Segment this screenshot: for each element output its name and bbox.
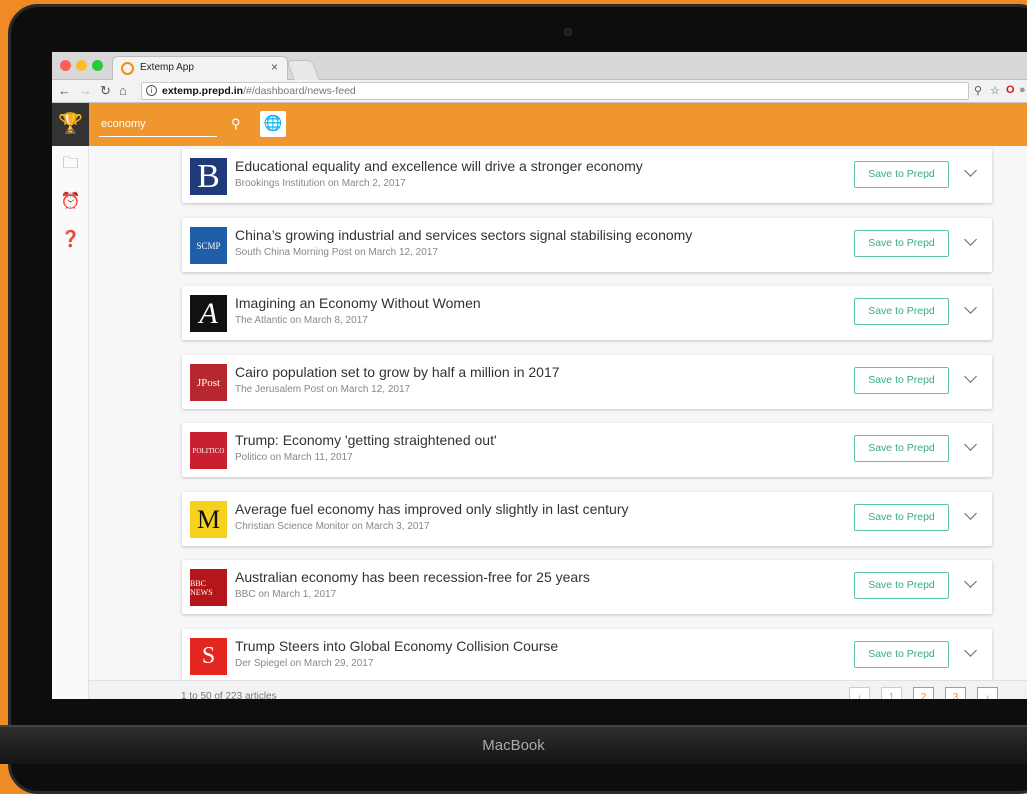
article-card[interactable]: A Imagining an Economy Without Women The A… [182, 286, 992, 340]
extension-icon[interactable]: ⚲ [974, 84, 982, 97]
article-title[interactable]: Average fuel economy has improved only s… [235, 501, 629, 517]
source-logo: B [190, 158, 227, 195]
tab-title: Extemp App [140, 62, 194, 73]
alarm-icon[interactable]: ⏰ [52, 184, 89, 220]
webcam [564, 28, 572, 36]
minimize-window-dot[interactable] [76, 60, 87, 71]
article-title[interactable]: China’s growing industrial and services … [235, 227, 692, 243]
chevron-down-icon[interactable] [962, 166, 980, 180]
folders-icon[interactable]: 🗀 [52, 146, 89, 182]
chevron-down-icon[interactable] [962, 509, 980, 523]
page-3-button[interactable]: 3 [945, 687, 966, 699]
back-icon[interactable]: ← [58, 83, 71, 98]
article-count: 1 to 50 of 223 articles [181, 691, 277, 699]
article-source: The Jerusalem Post on March 12, 2017 [235, 384, 411, 395]
reload-icon[interactable]: ↻ [100, 83, 111, 99]
article-card[interactable]: BBC NEWS Australian economy has been rece… [182, 560, 992, 614]
article-source: BBC on March 1, 2017 [235, 589, 337, 600]
url-host: extemp.prepd.in [162, 85, 244, 97]
source-logo: SCMP [190, 227, 227, 264]
app-header: 🏆 economy ⚲ 🌐 [52, 103, 1027, 146]
article-title[interactable]: Trump Steers into Global Economy Collisi… [235, 638, 558, 654]
screen: Extemp App × ← → ↻ ⌂ i extemp.prepd.in/#… [52, 52, 1027, 699]
article-card[interactable]: S Trump Steers into Global Economy Collis… [182, 629, 992, 683]
close-window-dot[interactable] [60, 60, 71, 71]
save-to-prepd-button[interactable]: Save to Prepd [854, 572, 949, 599]
article-card[interactable]: JPost Cairo population set to grow by hal… [182, 355, 992, 409]
source-logo: A [190, 295, 227, 332]
page-1-button[interactable]: 1 [881, 687, 902, 699]
save-to-prepd-button[interactable]: Save to Prepd [854, 230, 949, 257]
search-icon[interactable]: ⚲ [231, 116, 241, 132]
article-title[interactable]: Australian economy has been recession-fr… [235, 569, 590, 585]
info-icon[interactable]: i [146, 85, 157, 96]
save-to-prepd-button[interactable]: Save to Prepd [854, 367, 949, 394]
save-to-prepd-button[interactable]: Save to Prepd [854, 641, 949, 668]
opera-icon[interactable]: O [1006, 84, 1015, 96]
extension-dot-icon[interactable]: ● [1019, 84, 1026, 96]
source-logo: S [190, 638, 227, 675]
article-card[interactable]: SCMP China’s growing industrial and servi… [182, 218, 992, 272]
article-source: South China Morning Post on March 12, 20… [235, 247, 438, 258]
zoom-window-dot[interactable] [92, 60, 103, 71]
alarm-clock-icon [121, 62, 134, 75]
source-logo: BBC NEWS [190, 569, 227, 606]
article-source: Der Spiegel on March 29, 2017 [235, 658, 374, 669]
sidebar: 🗀 ⏰ ❓ [52, 146, 89, 699]
new-tab-button[interactable] [286, 60, 320, 80]
save-to-prepd-button[interactable]: Save to Prepd [854, 161, 949, 188]
laptop-base: MacBook [0, 727, 1027, 764]
chevron-down-icon[interactable] [962, 235, 980, 249]
page-2-button[interactable]: 2 [913, 687, 934, 699]
article-card[interactable]: B Educational equality and excellence wil… [182, 149, 992, 203]
globe-icon[interactable]: 🌐 [260, 111, 286, 137]
article-title[interactable]: Cairo population set to grow by half a m… [235, 364, 560, 380]
source-logo: M [190, 501, 227, 538]
article-source: The Atlantic on March 8, 2017 [235, 315, 368, 326]
article-title[interactable]: Trump: Economy 'getting straightened out… [235, 432, 497, 448]
browser-tab[interactable]: Extemp App × [112, 56, 288, 80]
browser-tab-bar: Extemp App × [52, 52, 1027, 80]
source-logo: POLITICO [190, 432, 227, 469]
chevron-down-icon[interactable] [962, 577, 980, 591]
url-path: /#/dashboard/news-feed [243, 85, 356, 97]
save-to-prepd-button[interactable]: Save to Prepd [854, 435, 949, 462]
forward-icon[interactable]: → [79, 83, 92, 98]
tab-close-icon[interactable]: × [271, 60, 278, 74]
article-card[interactable]: M Average fuel economy has improved only … [182, 492, 992, 546]
save-to-prepd-button[interactable]: Save to Prepd [854, 504, 949, 531]
chevron-down-icon[interactable] [962, 372, 980, 386]
save-to-prepd-button[interactable]: Save to Prepd [854, 298, 949, 325]
article-source: Politico on March 11, 2017 [235, 452, 353, 463]
search-input[interactable]: economy [99, 111, 217, 137]
address-bar[interactable]: i extemp.prepd.in/#/dashboard/news-feed [141, 82, 969, 100]
chevron-down-icon[interactable] [962, 303, 980, 317]
article-source: Brookings Institution on March 2, 2017 [235, 178, 406, 189]
device-label: MacBook [482, 737, 545, 754]
article-title[interactable]: Imagining an Economy Without Women [235, 295, 481, 311]
home-icon[interactable]: ⌂ [119, 83, 127, 98]
article-source: Christian Science Monitor on March 3, 20… [235, 521, 430, 532]
browser-toolbar: ← → ↻ ⌂ i extemp.prepd.in/#/dashboard/ne… [52, 80, 1027, 103]
quiz-icon[interactable]: ❓ [52, 222, 89, 258]
page-next-button[interactable]: › [977, 687, 998, 699]
trophy-icon[interactable]: 🏆 [52, 103, 89, 146]
article-card[interactable]: POLITICO Trump: Economy 'getting straight… [182, 423, 992, 477]
chevron-down-icon[interactable] [962, 440, 980, 454]
page-prev-button[interactable]: ‹ [849, 687, 870, 699]
bookmark-star-icon[interactable]: ☆ [990, 84, 1000, 97]
chevron-down-icon[interactable] [962, 646, 980, 660]
article-title[interactable]: Educational equality and excellence will… [235, 158, 643, 174]
pagination-footer: 1 to 50 of 223 articles ‹ 1 2 3 › [89, 680, 1027, 699]
source-logo: JPost [190, 364, 227, 401]
